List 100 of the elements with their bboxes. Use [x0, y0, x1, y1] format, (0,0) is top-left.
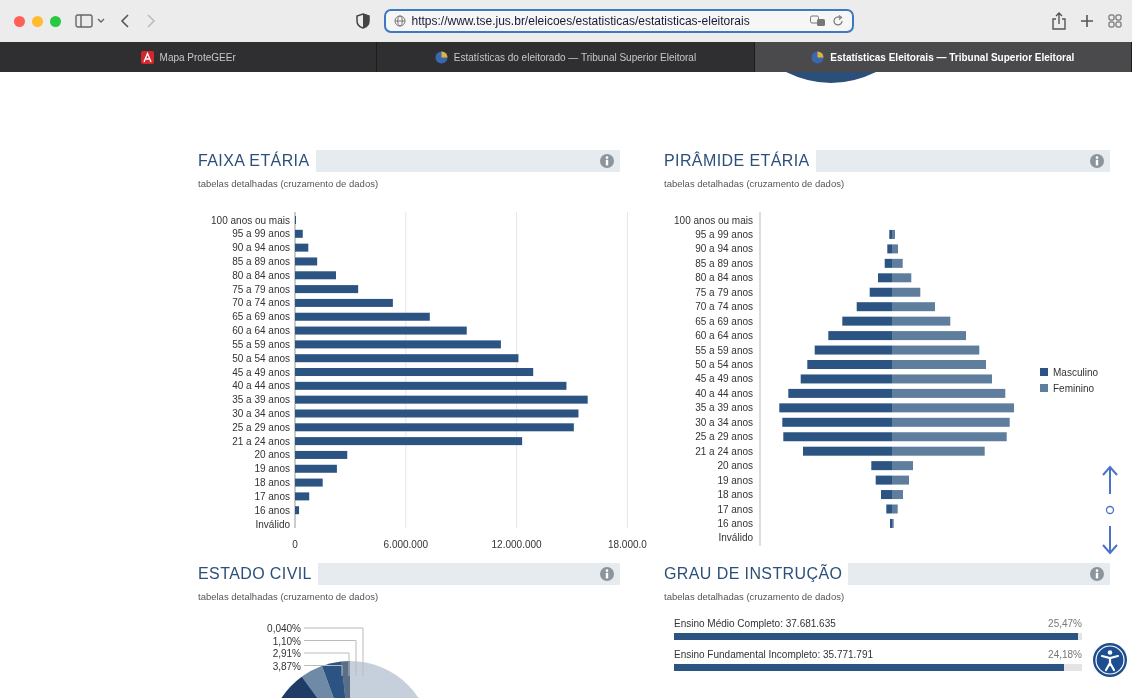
bar[interactable]: [295, 437, 523, 446]
bar[interactable]: [295, 423, 574, 432]
female-bar[interactable]: [892, 461, 913, 471]
axis-tick-label: 12.000.000: [491, 539, 542, 550]
section-subtitle[interactable]: tabelas detalhadas (cruzamento de dados): [198, 591, 620, 602]
male-bar[interactable]: [788, 388, 892, 398]
male-bar[interactable]: [842, 316, 892, 326]
bar[interactable]: [295, 464, 337, 473]
tab-overview-icon[interactable]: [1108, 14, 1122, 28]
male-bar[interactable]: [889, 229, 892, 239]
female-bar[interactable]: [892, 388, 1006, 398]
info-icon[interactable]: [600, 154, 614, 168]
translate-icon[interactable]: [809, 15, 826, 27]
sidebar-toggle-icon[interactable]: [75, 13, 105, 29]
male-bar[interactable]: [886, 504, 892, 514]
document-app-icon: [140, 50, 154, 64]
back-icon[interactable]: [119, 13, 131, 29]
category-label: 95 a 99 anos: [695, 228, 753, 240]
slice-label: 3,87%: [272, 660, 301, 672]
close-window-icon[interactable]: [14, 15, 25, 27]
category-label: 19 anos: [717, 474, 753, 486]
bar[interactable]: [295, 257, 318, 266]
female-bar[interactable]: [892, 403, 1014, 413]
category-label: 75 a 79 anos: [695, 286, 753, 298]
category-label: 60 a 64 anos: [695, 330, 753, 342]
category-label: 70 a 74 anos: [232, 297, 290, 309]
bar[interactable]: [295, 285, 359, 294]
female-bar[interactable]: [892, 302, 935, 312]
male-bar[interactable]: [779, 403, 892, 413]
category-label: 90 a 94 anos: [232, 242, 290, 254]
male-bar[interactable]: [856, 302, 892, 312]
female-bar[interactable]: [892, 432, 1007, 442]
female-bar[interactable]: [892, 490, 903, 500]
female-bar[interactable]: [892, 229, 895, 239]
male-bar[interactable]: [800, 374, 892, 384]
share-icon[interactable]: [1052, 12, 1066, 30]
bar[interactable]: [295, 243, 309, 252]
slice-label: 1,10%: [272, 635, 301, 647]
category-label: 50 a 54 anos: [695, 359, 753, 370]
address-bar[interactable]: https://www.tse.jus.br/eleicoes/estatisticas/estatisticas-eleitorais: [383, 9, 854, 33]
male-bar[interactable]: [871, 461, 892, 471]
female-bar[interactable]: [892, 417, 1010, 427]
bar[interactable]: [295, 478, 323, 487]
section-subtitle[interactable]: tabelas detalhadas (cruzamento de dados): [664, 591, 1110, 602]
male-bar[interactable]: [869, 287, 892, 297]
browser-tab[interactable]: Mapa ProteGEEr: [0, 42, 378, 72]
male-bar[interactable]: [783, 432, 892, 442]
bar[interactable]: [295, 354, 519, 363]
info-icon[interactable]: [1090, 154, 1104, 168]
percentage-text: 24,18%: [1048, 649, 1082, 660]
male-bar[interactable]: [884, 258, 892, 268]
new-tab-icon[interactable]: [1080, 14, 1094, 28]
bar[interactable]: [295, 340, 501, 349]
male-bar[interactable]: [887, 244, 892, 254]
category-label: 17 anos: [254, 490, 290, 502]
category-label: 16 anos: [717, 517, 753, 529]
bar[interactable]: [295, 395, 588, 404]
reload-icon[interactable]: [831, 15, 844, 27]
section-subtitle[interactable]: tabelas detalhadas (cruzamento de dados): [198, 178, 620, 189]
bar[interactable]: [295, 298, 393, 307]
female-bar[interactable]: [892, 316, 951, 326]
bar[interactable]: [295, 409, 579, 418]
shield-icon[interactable]: [355, 13, 370, 29]
info-icon[interactable]: [1090, 567, 1104, 581]
browser-tab[interactable]: Estatísticas Eleitorais — Tribunal Superior Eleitoral: [754, 42, 1132, 72]
bar[interactable]: [295, 506, 300, 515]
browser-tab[interactable]: Estatísticas do eleitorado — Tribunal Superior Eleitoral: [377, 42, 755, 72]
category-label: 19 anos: [254, 463, 290, 475]
female-bar[interactable]: [892, 475, 909, 485]
bar[interactable]: [295, 450, 348, 459]
bar[interactable]: [295, 326, 467, 335]
scroll-navigation-drawing[interactable]: [1100, 464, 1120, 556]
category-label: 30 a 34 anos: [695, 416, 753, 428]
legend-label[interactable]: Feminino: [1053, 383, 1095, 394]
female-bar[interactable]: [892, 244, 898, 254]
male-bar[interactable]: [828, 331, 892, 341]
male-bar[interactable]: [782, 417, 892, 427]
section-subtitle[interactable]: tabelas detalhadas (cruzamento de dados): [664, 178, 1110, 189]
female-bar[interactable]: [892, 504, 898, 514]
male-bar[interactable]: [875, 475, 892, 485]
legend-label[interactable]: Masculino: [1053, 367, 1099, 378]
bar[interactable]: [295, 271, 336, 280]
info-icon[interactable]: [600, 567, 614, 581]
male-bar[interactable]: [881, 490, 892, 500]
accessibility-icon[interactable]: [1093, 643, 1127, 677]
male-bar[interactable]: [878, 273, 892, 283]
bar[interactable]: [295, 381, 567, 390]
bar[interactable]: [295, 229, 303, 238]
male-bar[interactable]: [803, 446, 892, 456]
female-bar[interactable]: [892, 258, 903, 268]
female-bar[interactable]: [892, 273, 912, 283]
female-bar[interactable]: [892, 446, 985, 456]
male-bar[interactable]: [814, 345, 892, 355]
female-bar[interactable]: [892, 287, 921, 297]
section-title: ESTADO CIVIL: [198, 564, 313, 584]
category-label: 45 a 49 anos: [695, 373, 753, 385]
bar[interactable]: [295, 312, 430, 321]
bar[interactable]: [295, 492, 310, 501]
female-bar[interactable]: [892, 331, 966, 341]
site-favicon-icon: [811, 50, 825, 64]
